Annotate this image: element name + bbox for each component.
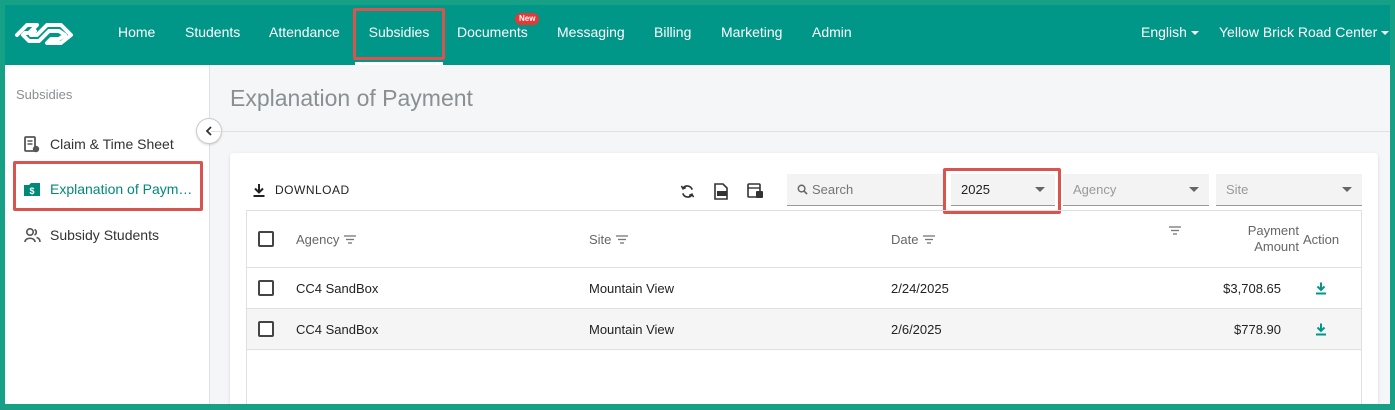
nav-admin[interactable]: Admin [812,5,852,65]
cell-amount: $778.90 [1234,321,1281,337]
cell-amount: $3,708.65 [1223,280,1281,296]
cell-agency: CC4 SandBox [296,321,379,337]
sidebar-heading: Subsidies [16,87,73,102]
site-select[interactable]: Site [1216,174,1362,206]
column-header-payment-amount[interactable]: Payment Amount [1213,211,1299,267]
sidebar: Subsidies Claim & Time Sheet $ Explanati… [5,65,210,404]
search-input[interactable] [812,182,942,197]
row-checkbox[interactable] [258,321,274,337]
nav-billing[interactable]: Billing [654,5,691,65]
column-header-label: Date [891,231,919,247]
table-header-row: Agency Site Date Payment Amount Action [247,211,1361,268]
content-card: DOWNLOAD 2025 Agency Site [230,153,1378,404]
sidebar-item-subsidy-students[interactable]: Subsidy Students [23,222,159,248]
nav-marketing[interactable]: Marketing [721,5,782,65]
center-dropdown[interactable]: Yellow Brick Road Center [1219,5,1390,65]
column-header-agency[interactable]: Agency [296,211,357,267]
people-icon [23,226,41,244]
app-logo-icon[interactable] [13,19,75,51]
row-download-icon[interactable] [1315,268,1327,308]
column-header-date[interactable]: Date [891,211,936,267]
chevron-down-icon [1381,31,1390,36]
column-header-label: Agency [296,231,340,247]
table-row[interactable]: CC4 SandBox Mountain View 2/24/2025 $3,7… [247,268,1361,309]
sidebar-item-explanation-of-payment[interactable]: $ Explanation of Paym… [23,176,192,202]
sidebar-item-claim-time-sheet[interactable]: Claim & Time Sheet [23,131,174,157]
sidebar-item-label: Subsidy Students [50,227,159,243]
cell-agency: CC4 SandBox [296,280,379,296]
search-icon [797,184,808,195]
select-all-checkbox[interactable] [258,231,274,247]
chevron-down-icon [1035,187,1045,192]
nav-attendance[interactable]: Attendance [269,5,340,65]
table-row[interactable]: CC4 SandBox Mountain View 2/6/2025 $778.… [247,309,1361,350]
chevron-down-icon [1342,187,1352,192]
nav-subsidies[interactable]: Subsidies [355,5,443,65]
chevron-down-icon [1190,31,1199,36]
year-select[interactable]: 2025 [951,174,1055,206]
column-settings-icon[interactable] [745,181,765,201]
top-navigation-bar: Home Students Attendance Subsidies Docum… [5,5,1390,65]
sidebar-item-label: Explanation of Paym… [50,181,193,197]
download-button[interactable]: DOWNLOAD [252,183,350,197]
page-title: Explanation of Payment [230,85,473,111]
money-folder-icon: $ [23,180,41,198]
search-input-wrapper[interactable] [787,174,945,206]
nav-messaging[interactable]: Messaging [557,5,625,65]
refresh-icon[interactable] [677,181,697,201]
cell-site: Mountain View [589,321,675,337]
column-header-action: Action [1303,231,1340,247]
export-csv-icon[interactable] [711,181,731,201]
column-header-label: Amount [1254,239,1299,254]
receipt-icon [23,135,41,153]
language-label: English [1141,24,1187,40]
row-checkbox[interactable] [258,280,274,296]
agency-select-placeholder: Agency [1073,182,1117,197]
payments-table: Agency Site Date Payment Amount Action C… [246,210,1362,404]
nav-home[interactable]: Home [118,5,155,65]
row-download-icon[interactable] [1315,309,1327,349]
divider [211,131,1390,132]
site-select-placeholder: Site [1226,182,1249,197]
nav-students[interactable]: Students [185,5,240,65]
chevron-down-icon [1189,187,1199,192]
column-header-site[interactable]: Site [589,211,629,267]
app-frame: Home Students Attendance Subsidies Docum… [0,0,1395,410]
cell-date: 2/24/2025 [891,280,949,296]
center-label: Yellow Brick Road Center [1219,24,1378,40]
cell-date: 2/6/2025 [891,321,942,337]
column-header-label: Site [589,231,612,247]
sidebar-item-label: Claim & Time Sheet [50,136,174,152]
sort-icon[interactable] [344,234,357,244]
download-icon [253,184,265,197]
download-label: DOWNLOAD [275,183,350,197]
column-header-label: Payment [1247,223,1299,238]
sort-icon[interactable] [1169,211,1181,267]
svg-text:$: $ [29,186,34,196]
agency-select[interactable]: Agency [1063,174,1209,206]
sort-icon[interactable] [923,234,936,244]
sort-icon[interactable] [616,234,629,244]
new-badge: New [515,13,540,25]
language-dropdown[interactable]: English [1141,5,1199,65]
year-select-value: 2025 [961,182,990,197]
cell-site: Mountain View [589,280,675,296]
